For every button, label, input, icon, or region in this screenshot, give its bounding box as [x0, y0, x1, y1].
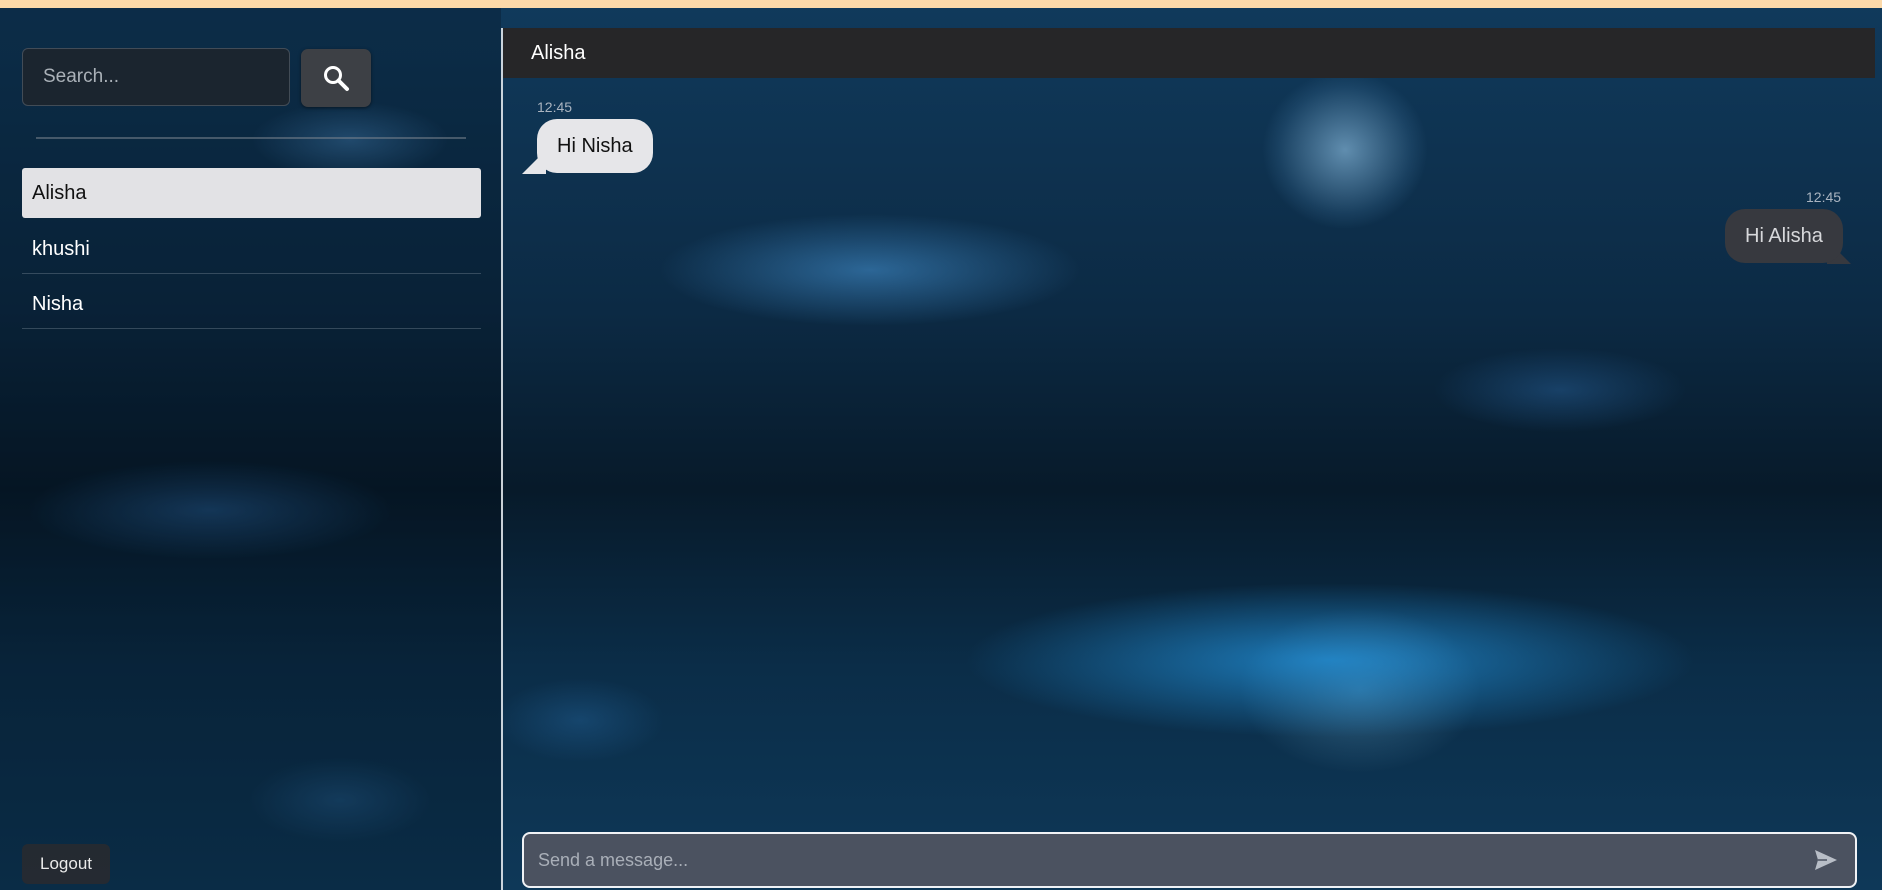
search-icon — [324, 66, 349, 91]
chat-app: Alisha khushi Nisha Logout Alisha 12:45 … — [0, 0, 1882, 890]
outgoing-message-bubble: Hi Alisha — [1725, 209, 1843, 263]
logout-button[interactable]: Logout — [22, 844, 110, 884]
send-button[interactable] — [1813, 848, 1839, 872]
search-input[interactable] — [22, 48, 290, 106]
message-timestamp: 12:45 — [1806, 189, 1842, 205]
contact-item-alisha[interactable]: Alisha — [22, 168, 481, 218]
contact-item-khushi[interactable]: khushi — [22, 224, 481, 274]
sidebar — [0, 8, 501, 890]
search-button[interactable] — [301, 49, 371, 107]
chat-header: Alisha — [503, 28, 1875, 78]
message-input[interactable] — [522, 832, 1857, 888]
message-timestamp: 12:45 — [537, 99, 573, 115]
sidebar-divider-line — [36, 137, 466, 139]
top-accent-strip — [0, 0, 1882, 8]
sidebar-border — [501, 28, 503, 890]
incoming-message-bubble: Hi Nisha — [537, 119, 653, 173]
chat-title: Alisha — [531, 42, 586, 64]
send-icon — [1815, 850, 1837, 870]
contact-item-nisha[interactable]: Nisha — [22, 279, 481, 329]
